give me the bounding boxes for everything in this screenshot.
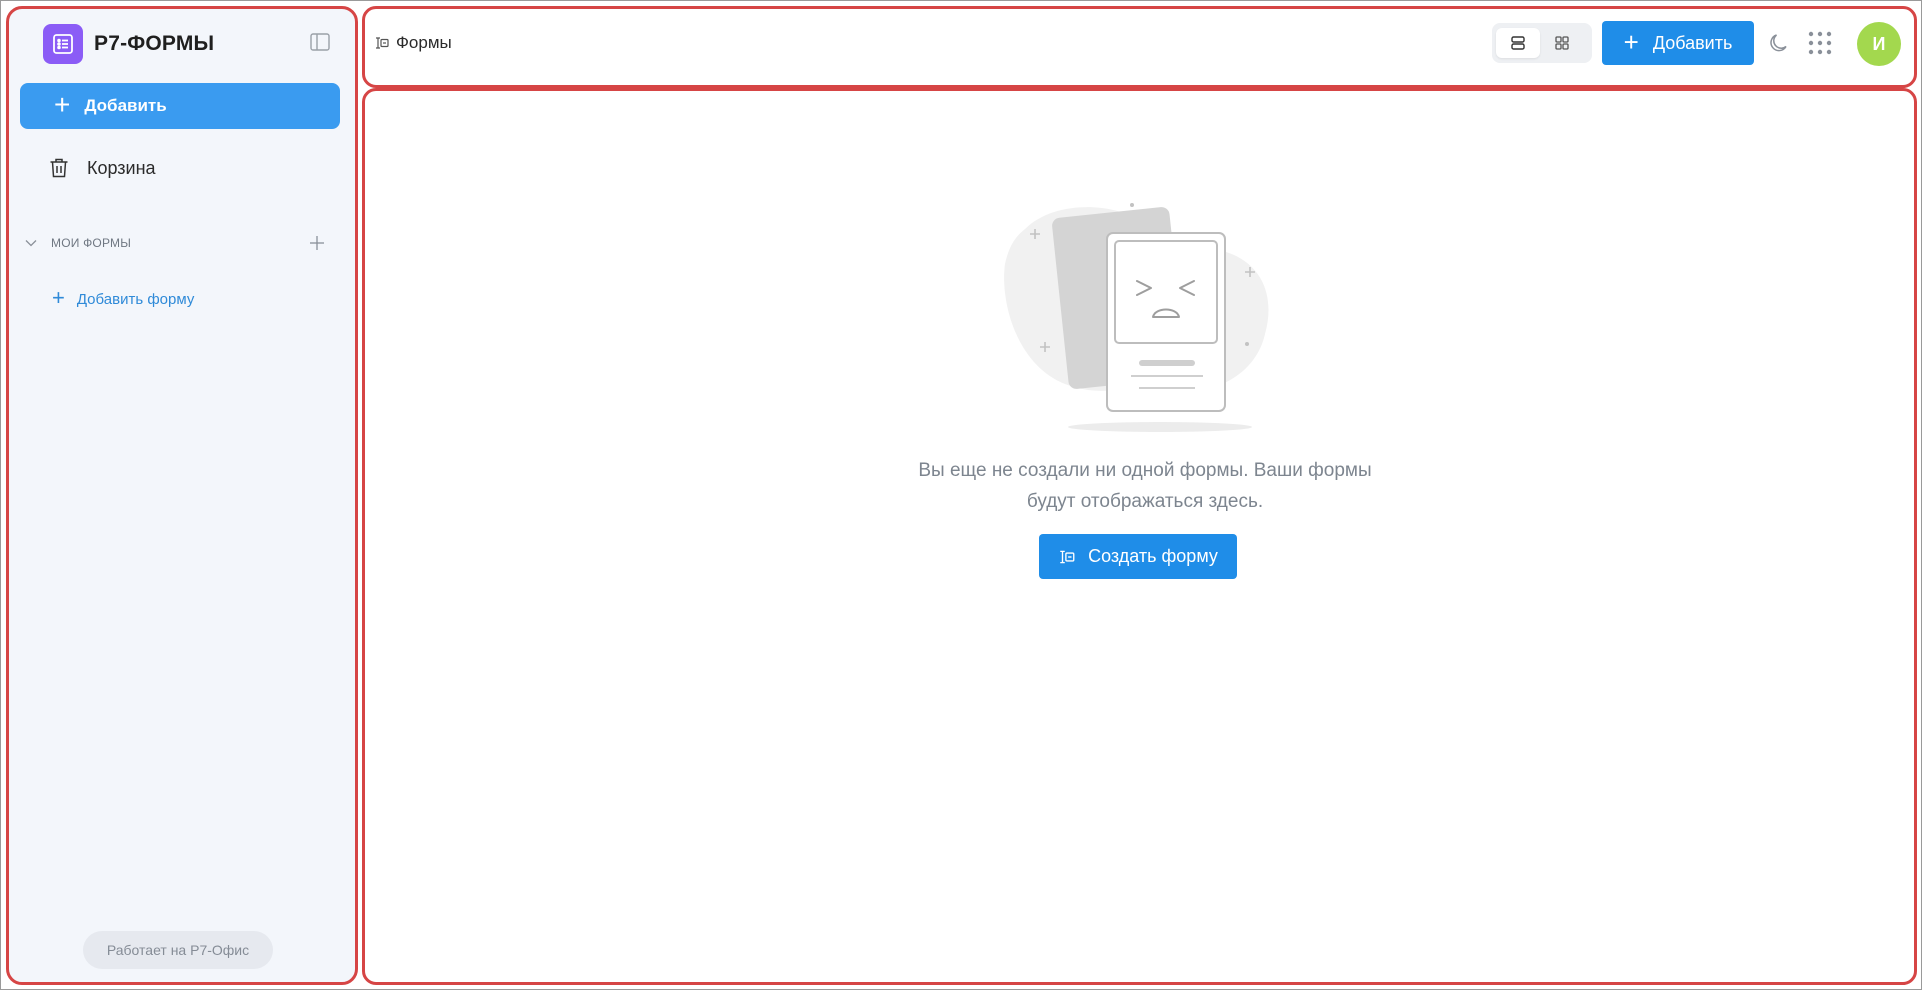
header-add-button[interactable]: + Добавить [1602, 21, 1754, 65]
apps-grid-icon[interactable] [1807, 30, 1833, 56]
form-icon [1058, 548, 1076, 566]
create-form-label: Создать форму [1088, 546, 1218, 566]
sidebar-add-button[interactable]: + Добавить [20, 83, 340, 129]
empty-state-line-1: Вы еще не создали ни одной формы. Ваши ф… [918, 460, 1372, 481]
breadcrumb: Формы [374, 33, 452, 53]
sidebar: Р7-ФОРМЫ + Добавить Корзина МОИ ФОРМЫ + [6, 6, 358, 985]
sidebar-add-label: Добавить [84, 96, 167, 115]
form-icon [376, 37, 389, 49]
sidebar-item-trash[interactable]: Корзина [49, 157, 156, 179]
plus-icon: + [54, 89, 71, 120]
user-avatar[interactable]: И [1857, 22, 1901, 66]
trash-icon [50, 158, 68, 178]
sidebar-item-label: Корзина [87, 157, 156, 178]
app-name: Р7-ФОРМЫ [94, 32, 215, 55]
powered-by-badge[interactable]: Работает на Р7-Офис [83, 931, 273, 969]
plus-icon: + [52, 285, 65, 310]
dark-mode-moon-icon[interactable] [1765, 29, 1793, 57]
section-title: МОИ ФОРМЫ [51, 236, 132, 250]
empty-state-line-2: будут отображаться здесь. [1026, 491, 1264, 512]
sidebar-collapse-icon[interactable] [307, 29, 333, 55]
add-form-label: Добавить форму [76, 290, 195, 308]
main-content: Вы еще не создали ни одной формы. Ваши ф… [362, 88, 1917, 985]
chevron-down-icon[interactable] [23, 235, 39, 251]
view-toggle [1492, 23, 1592, 63]
grid-view-icon[interactable] [1540, 28, 1584, 58]
my-forms-section-header: МОИ ФОРМЫ [23, 231, 339, 255]
create-form-button[interactable]: Создать форму [1039, 534, 1237, 579]
logo[interactable]: Р7-ФОРМЫ [43, 23, 214, 65]
empty-state-message: Вы еще не создали ни одной формы. Ваши ф… [865, 455, 1425, 517]
list-view-icon[interactable] [1496, 28, 1540, 58]
top-header: Формы + Добавить И [362, 6, 1917, 88]
plus-icon: + [1623, 27, 1639, 57]
breadcrumb-forms[interactable]: Формы [396, 33, 452, 53]
add-section-plus-icon[interactable] [305, 231, 329, 255]
header-add-label: Добавить [1652, 32, 1733, 53]
add-form-link[interactable]: + Добавить форму [52, 285, 195, 310]
forms-logo-icon [43, 24, 83, 64]
empty-state-illustration [985, 149, 1305, 439]
